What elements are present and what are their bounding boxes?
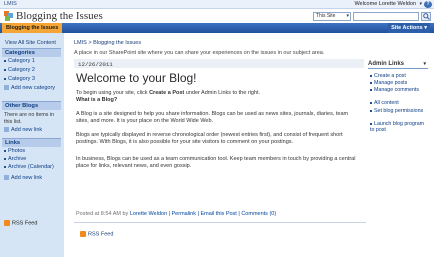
chevron-down-icon[interactable]: ▾ [419, 1, 422, 7]
search-icon [423, 13, 430, 20]
create-a-post-text: Create a Post [149, 90, 185, 96]
bullet-icon [370, 88, 372, 91]
tab-blogging-the-issues[interactable]: Blogging the Issues [2, 23, 63, 33]
post-paragraph: To begin using your site, click Create a… [76, 90, 261, 103]
bullet-icon [4, 68, 6, 71]
bullet-icon [370, 109, 372, 112]
bullet-icon [370, 101, 372, 104]
categories-heading[interactable]: Categories [2, 48, 61, 57]
rss-icon [80, 231, 86, 237]
bullet-icon [4, 149, 6, 152]
post-paragraph: A Blog is a site designed to help you sh… [76, 111, 349, 124]
add-icon [4, 85, 9, 91]
bullet-icon [4, 77, 6, 80]
site-header: Blogging the Issues This Site ▾ [0, 9, 434, 23]
search-scope-select[interactable]: This Site ▾ [313, 12, 351, 21]
admin-link-manage-posts[interactable]: Manage posts [370, 80, 426, 86]
link-archive[interactable]: Archive [4, 156, 26, 162]
bullet-icon [4, 157, 6, 160]
bullet-icon [4, 59, 6, 62]
search-scope-value: This Site [316, 13, 336, 19]
admin-link-create-post[interactable]: Create a post [370, 73, 426, 79]
welcome-user-menu[interactable]: Welcome Lorette Weldon [354, 1, 416, 7]
post-paragraph: In business, Blogs can be used as a team… [76, 156, 356, 169]
category-link[interactable]: Category 2 [4, 67, 35, 73]
comments-link[interactable]: | Comments (0) [238, 211, 276, 217]
top-bar: LMIS Welcome Lorette Weldon ▾ ? [0, 0, 434, 9]
site-title[interactable]: Blogging the Issues [16, 10, 103, 22]
post-footer: Posted at 8:54 AM by Lorette Weldon | Pe… [76, 211, 277, 217]
admin-link-all-content[interactable]: All content [370, 100, 426, 106]
email-post-link[interactable]: | Email this Post [198, 211, 237, 217]
category-link[interactable]: Category 3 [4, 76, 35, 82]
rss-icon [4, 220, 10, 226]
bullet-icon [370, 122, 372, 125]
author-link[interactable]: Lorette Weldon [130, 211, 167, 217]
add-new-category-link[interactable]: Add new category [4, 85, 60, 92]
other-blogs-empty-text: There are no items in this list. [4, 112, 55, 125]
site-description: A place in our SharePoint site where you… [74, 50, 325, 56]
site-logo-icon [4, 11, 13, 21]
left-navigation: View All Site Content Categories Categor… [0, 33, 64, 257]
admin-link-manage-comments[interactable]: Manage comments [370, 87, 426, 93]
chevron-down-icon[interactable]: ▾ [423, 61, 426, 67]
bullet-icon [370, 81, 372, 84]
admin-links-panel: Admin Links ▾ [368, 61, 428, 69]
links-heading[interactable]: Links [2, 138, 61, 147]
rss-feed-link[interactable]: RSS Feed [80, 231, 113, 237]
help-icon[interactable]: ? [424, 1, 432, 8]
post-paragraph: Blogs are typically displayed in reverse… [76, 132, 343, 145]
site-actions-menu[interactable]: Site Actions ▾ [388, 23, 430, 33]
rss-feed-link[interactable]: RSS Feed [4, 220, 37, 226]
post-date: 12/26/2011 [78, 61, 113, 68]
breadcrumb[interactable]: LMIS > Blogging the Issues [74, 40, 141, 46]
category-link[interactable]: Category 1 [4, 58, 35, 64]
top-navigation: Blogging the Issues Site Actions ▾ [0, 23, 434, 33]
add-new-link[interactable]: Add new link [4, 127, 42, 133]
add-icon [4, 175, 9, 181]
add-new-link[interactable]: Add new link [4, 175, 42, 181]
add-icon [4, 127, 9, 133]
site-link[interactable]: LMIS [4, 1, 17, 7]
bullet-icon [370, 74, 372, 77]
admin-link-set-permissions[interactable]: Set blog permissions [370, 108, 426, 114]
main-content: LMIS > Blogging the Issues A place in ou… [66, 33, 434, 257]
link-photos[interactable]: Photos [4, 148, 25, 154]
bullet-icon [4, 165, 6, 168]
what-is-a-blog-heading: What is a Blog? [76, 97, 118, 103]
link-archive-calendar[interactable]: Archive (Calendar) [4, 164, 54, 170]
search-input[interactable] [353, 12, 419, 21]
admin-links-heading[interactable]: Admin Links ▾ [368, 61, 428, 69]
post-date-bar: 12/26/2011 [74, 59, 364, 68]
chevron-down-icon: ▾ [346, 13, 349, 19]
search-button[interactable] [421, 12, 431, 21]
view-all-site-content-link[interactable]: View All Site Content [5, 40, 56, 46]
other-blogs-heading[interactable]: Other Blogs [2, 101, 61, 110]
admin-link-launch-blog-program[interactable]: Launch blog program to post [370, 121, 426, 133]
divider [74, 222, 366, 223]
post-title[interactable]: Welcome to your Blog! [76, 71, 197, 85]
permalink-link[interactable]: | Permalink [169, 211, 196, 217]
